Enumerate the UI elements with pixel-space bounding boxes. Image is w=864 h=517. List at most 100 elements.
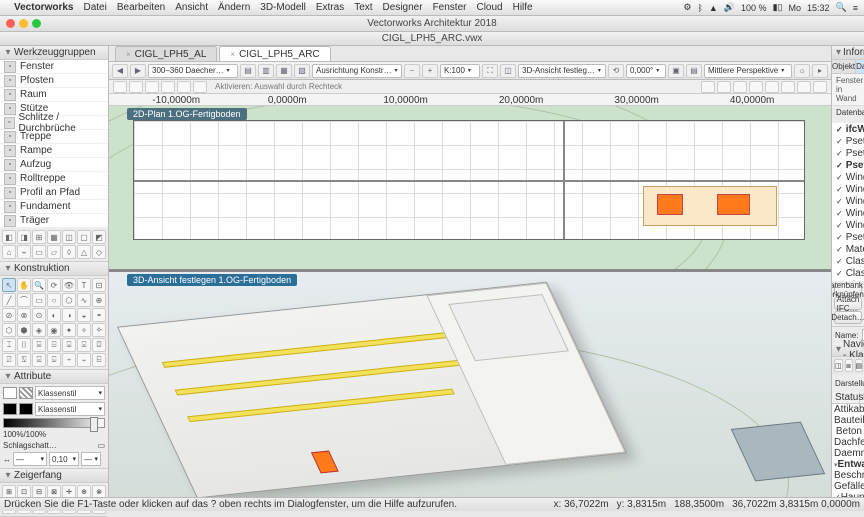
saved-view-select[interactable]: 3D-Ansicht festleg… [518,64,606,78]
arc-tool[interactable]: ⌒ [17,293,31,307]
tool-icon[interactable]: ▦ [47,230,61,244]
quick-pref-icon[interactable] [797,81,811,93]
class-row[interactable]: Beton [832,426,864,437]
view-2d-plan[interactable]: 2D-Plan 1.OG-Fertigboden [109,106,831,272]
tool-icon[interactable]: ◇ [92,245,106,259]
zoom-in-icon[interactable]: + [422,64,438,78]
close-tab-icon[interactable]: × [126,50,131,59]
pset-item[interactable]: ✓Material [832,243,864,255]
pset-item[interactable]: ✓Pset_DoorWindowGlazingType [832,135,864,147]
nav-classes-icon[interactable]: ◫ [834,359,843,372]
tool-icon[interactable]: ⌂ [2,245,16,259]
class-row[interactable]: Attikablech [832,404,864,415]
werkzeuggruppen-header[interactable]: ▾Werkzeuggruppen [0,46,108,60]
tool-icon[interactable]: ⬢ [17,323,31,337]
tool-icon[interactable]: ◊ [62,245,76,259]
wifi-icon[interactable]: ⚙ [683,2,691,13]
pan-tool[interactable]: ✋ [17,278,31,292]
mode-icon[interactable] [161,81,175,93]
tool-icon[interactable]: ⊡ [92,278,106,292]
quick-pref-icon[interactable] [717,81,731,93]
menu-bearbeiten[interactable]: Bearbeiten [117,2,165,13]
tab-al[interactable]: ×CIGL_LPH5_AL [115,46,217,61]
class-row[interactable]: ▾Entwaesserung [832,459,864,470]
marker-start-select[interactable]: — [13,452,47,466]
zoom-out-icon[interactable]: − [404,64,420,78]
quick-pref-icon[interactable] [813,81,827,93]
class-row[interactable]: Daemmung [832,448,864,459]
rotation-input[interactable]: 0,000° [626,64,666,78]
tool-icon[interactable]: ⌷ [17,338,31,352]
tool-icon[interactable]: ⍁ [2,353,16,367]
werkzeug-item[interactable]: ▫Raum [0,88,108,102]
pen-swatch[interactable] [3,403,17,415]
pset-item[interactable]: ✓WindowPanel2 [832,207,864,219]
tool-icon[interactable]: ⍇ [92,353,106,367]
tool-icon[interactable]: ▱ [47,245,61,259]
marker-end-select[interactable]: — [81,452,101,466]
class-row[interactable]: Beschriftung [832,470,864,481]
tool-icon[interactable]: ⊘ [2,308,16,322]
pen-swatch2[interactable] [19,403,33,415]
zoom-select[interactable]: K:100 [440,64,480,78]
pset-item[interactable]: ✓WindowLining [832,183,864,195]
mode-icon[interactable] [129,81,143,93]
minimize-window-button[interactable] [19,19,28,28]
view-icon[interactable]: ▸ [812,64,828,78]
nav-fwd-icon[interactable]: ▶ [130,64,146,78]
tool-icon[interactable]: ◩ [92,230,106,244]
pset-item[interactable]: ✓Pset_ElementShading [832,231,864,243]
tool-icon[interactable]: ⌻ [77,338,91,352]
view-icon[interactable]: ▣ [668,64,684,78]
mode-icon[interactable] [193,81,207,93]
info-tab-daten[interactable]: Daten [856,60,864,73]
tool-icon[interactable]: ✧ [77,323,91,337]
quick-pref-icon[interactable] [749,81,763,93]
zoom-tool[interactable]: 🔍 [32,278,46,292]
attach-ifc-button[interactable]: Attach IFC… [834,297,862,310]
info-header[interactable]: ▾Informationen [832,46,864,60]
tool-icon[interactable]: ◈ [32,323,46,337]
active-layer-select[interactable]: 300–360 Daecher… [148,64,238,78]
tool-icon[interactable]: ⌁ [17,245,31,259]
close-window-button[interactable] [6,19,15,28]
menu-fenster[interactable]: Fenster [433,2,467,13]
werkzeug-item[interactable]: ▫Fundament [0,200,108,214]
pset-item[interactable]: ✓Pset_WindowCommon [832,159,864,171]
col-status[interactable]: Status [832,392,860,403]
rect-tool[interactable]: ▭ [32,293,46,307]
menu-aendern[interactable]: Ändern [218,2,250,13]
menu-hilfe[interactable]: Hilfe [513,2,533,13]
quick-pref-icon[interactable] [733,81,747,93]
tool-icon[interactable]: ⌶ [2,338,16,352]
class-row[interactable]: Gefälle [832,481,864,492]
pset-item[interactable]: ✓WindowPanel1 [832,195,864,207]
zeigerfang-header[interactable]: ▾Zeigerfang [0,469,108,483]
pset-item[interactable]: ✓WindowStyle [832,171,864,183]
volume-icon[interactable]: 🔊 [724,2,735,13]
col-klasse[interactable]: Klasse [860,392,864,403]
tool-icon[interactable]: ◉ [47,323,61,337]
werkzeug-item[interactable]: ▫Aufzug [0,158,108,172]
quick-pref-icon[interactable] [781,81,795,93]
projection-select[interactable]: Mittlere Perspektive [704,64,792,78]
werkzeug-item[interactable]: ▫Profil an Pfad [0,186,108,200]
tool-icon[interactable]: ⊞ [32,230,46,244]
view-icon[interactable]: ▤ [686,64,702,78]
opacity-slider[interactable] [3,418,105,428]
view-3d[interactable]: 3D-Ansicht festlegen 1.OG-Fertigboden [109,272,831,501]
pset-item[interactable]: ✓ifcWindow [832,123,864,135]
pset-item[interactable]: ✓Classification2 [832,267,864,279]
fit-icon[interactable]: ⛶ [482,64,498,78]
app-menu[interactable]: Vectorworks [14,2,73,13]
tool-icon[interactable]: ⊕ [92,293,106,307]
fill-swatch[interactable] [3,387,17,399]
menu-datei[interactable]: Datei [83,2,106,13]
tool-icon[interactable]: ◑ [62,308,76,322]
bluetooth-icon[interactable]: ᛒ [697,3,702,13]
tool-icon[interactable]: ⍂ [17,353,31,367]
offset-input[interactable]: 0,10 [49,452,79,466]
view-icon[interactable]: ▤ [240,64,256,78]
detach-button[interactable]: Detach… [834,311,862,324]
tool-icon[interactable]: ⌺ [62,338,76,352]
